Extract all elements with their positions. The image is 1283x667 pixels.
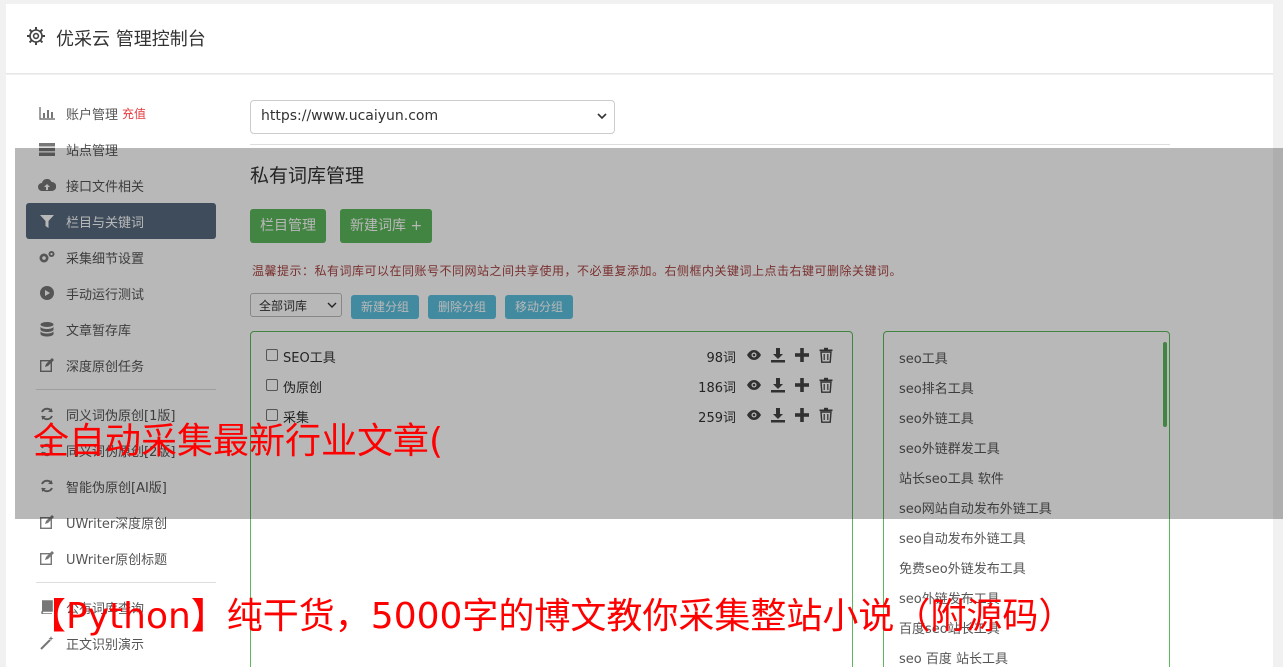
sidebar-item-uwriter-title[interactable]: UWriter原创标题 xyxy=(26,540,216,576)
overlay-caption-2: 【Python】纯干货，5000字的博文教你采集整站小说（附源码） xyxy=(30,596,1075,637)
keyword-item[interactable]: 免费seo外链发布工具 xyxy=(899,558,1026,577)
app-title: 优采云 管理控制台 xyxy=(56,29,206,50)
sidebar-item-label: UWriter原创标题 xyxy=(66,552,168,568)
page: 优采云 管理控制台 账户管理 充值 站点管理 接口文件相关 栏目与关键词 采集细… xyxy=(0,0,1283,667)
sidebar-item-account[interactable]: 账户管理 充值 xyxy=(26,95,216,131)
site-select[interactable]: https://www.ucaiyun.com xyxy=(250,100,615,134)
recharge-link[interactable]: 充值 xyxy=(122,105,146,122)
app-header: 优采云 管理控制台 xyxy=(6,4,1273,74)
keyword-item[interactable]: seo 百度 站长工具 xyxy=(899,648,1008,667)
keyword-item[interactable]: seo自动发布外链工具 xyxy=(899,528,1026,547)
overlay-caption-1: 全自动采集最新行业文章( xyxy=(33,421,444,462)
sidebar-divider xyxy=(36,582,216,583)
bar-chart-icon xyxy=(38,106,56,120)
chevron-down-icon xyxy=(597,113,607,120)
divider xyxy=(250,144,1170,145)
sidebar-item-label: 账户管理 xyxy=(66,107,119,123)
gear-icon xyxy=(27,27,45,45)
edit-icon xyxy=(38,551,56,565)
site-select-value: https://www.ucaiyun.com xyxy=(261,108,439,124)
